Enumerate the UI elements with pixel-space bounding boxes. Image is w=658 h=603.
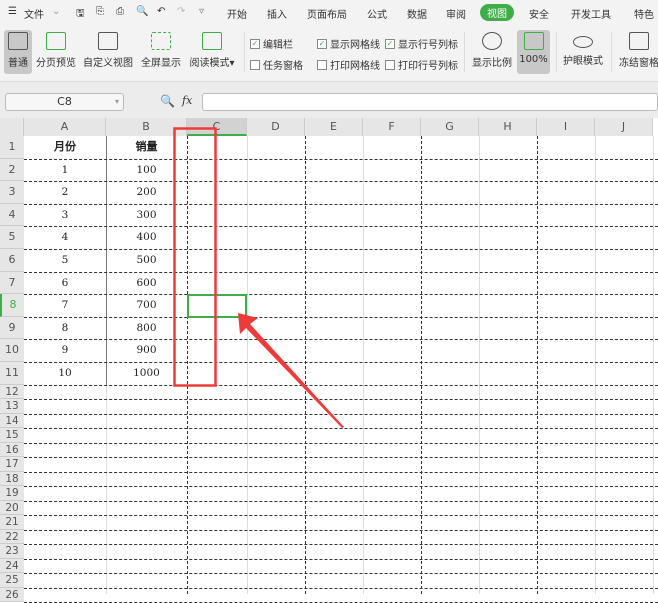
annotation-overlay	[173, 127, 344, 428]
highlight-rectangle	[173, 127, 217, 387]
arrow-annotation	[238, 313, 344, 428]
